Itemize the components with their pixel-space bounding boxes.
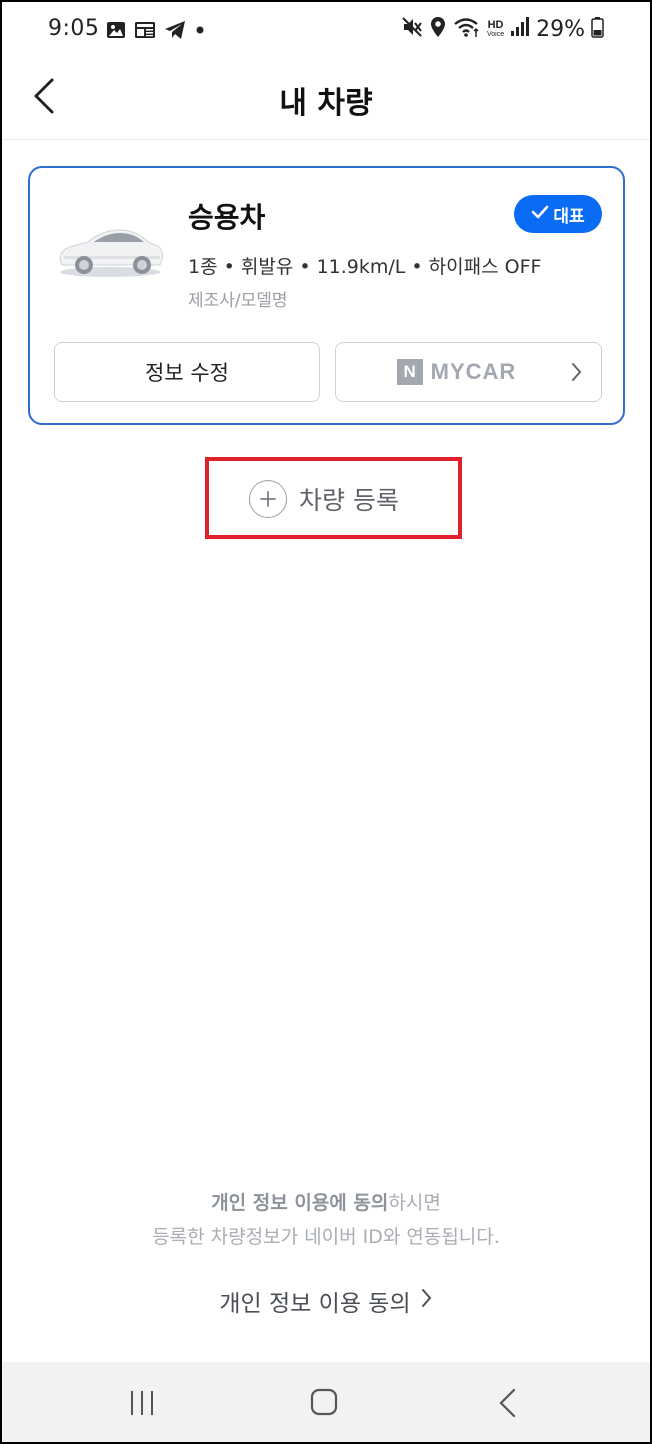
status-time: 9:05	[48, 16, 100, 41]
badge-label: 대표	[553, 206, 585, 227]
status-left-icons	[106, 20, 206, 44]
register-vehicle-label: 차량 등록	[299, 486, 399, 515]
vehicle-name: 승용차	[188, 201, 266, 234]
hd-label: HD	[487, 19, 504, 31]
privacy-notice: 개인 정보 이용에 동의하시면 등록한 차량정보가 네이버 ID와 연동됩니다.	[2, 1186, 650, 1254]
edit-info-button[interactable]: 정보 수정	[54, 342, 320, 402]
telegram-icon	[164, 20, 186, 44]
mute-icon	[401, 16, 423, 42]
car-image	[54, 220, 166, 280]
mycar-label: MYCAR	[430, 359, 517, 384]
representative-badge: 대표	[514, 195, 602, 233]
news-icon	[134, 20, 156, 44]
status-right-icons: HD Voice 29%	[401, 16, 604, 42]
vehicle-card[interactable]: 승용차 대표 1종 • 휘발유 • 11.9km/L • 하이패스 OFF 제조…	[28, 166, 625, 425]
battery-icon	[591, 16, 604, 42]
location-icon	[429, 16, 447, 42]
privacy-strong-text: 개인 정보 이용에 동의	[211, 1192, 389, 1214]
vehicle-model: 제조사/모델명	[188, 291, 288, 311]
plus-icon	[249, 480, 287, 518]
page-title: 내 차량	[279, 86, 373, 121]
battery-percent: 29%	[536, 16, 585, 42]
mycar-button[interactable]: N MYCAR	[335, 342, 602, 402]
privacy-line-1: 개인 정보 이용에 동의하시면	[2, 1186, 650, 1220]
privacy-link-label: 개인 정보 이용 동의	[219, 1291, 411, 1317]
navigation-bar	[2, 1362, 650, 1442]
dot-icon	[194, 20, 206, 44]
home-icon[interactable]	[310, 1388, 338, 1416]
header: 내 차량	[2, 58, 650, 140]
wifi-icon	[453, 16, 481, 42]
naver-n-logo: N	[396, 359, 423, 385]
hd-voice-icon: HD Voice	[486, 19, 505, 39]
vehicle-specs: 1종 • 휘발유 • 11.9km/L • 하이패스 OFF	[188, 256, 542, 278]
status-bar: 9:05 HD Voice 29%	[2, 2, 650, 58]
gallery-icon	[106, 20, 126, 44]
screen: 9:05 HD Voice 29% 내 차량 승용차 대표 1종 • 휘발유 •…	[2, 2, 650, 1442]
signal-icon	[510, 16, 530, 42]
chevron-right-icon	[571, 362, 583, 386]
register-vehicle-button[interactable]: 차량 등록	[249, 478, 399, 520]
check-icon	[531, 204, 549, 225]
recent-apps-icon[interactable]	[128, 1390, 156, 1416]
nav-back-icon[interactable]	[494, 1388, 522, 1418]
privacy-line-2: 등록한 차량정보가 네이버 ID와 연동됩니다.	[152, 1226, 500, 1248]
mycar-logo: N MYCAR	[396, 359, 517, 385]
privacy-suffix-text: 하시면	[388, 1192, 441, 1214]
voice-label: Voice	[486, 31, 505, 38]
chevron-right-icon	[421, 1287, 433, 1315]
privacy-consent-link[interactable]: 개인 정보 이용 동의	[2, 1284, 650, 1318]
